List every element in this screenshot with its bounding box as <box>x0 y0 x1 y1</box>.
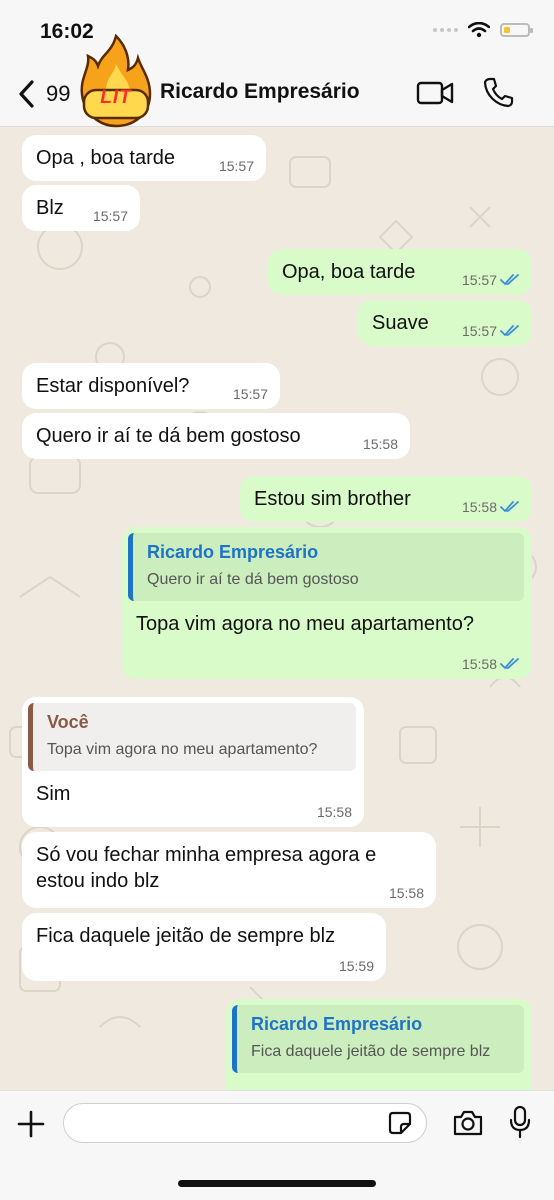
camera-icon[interactable] <box>452 1109 484 1137</box>
message-time: 15:57 <box>232 385 268 402</box>
quoted-message[interactable]: Ricardo Empresário Fica daquele jeitão d… <box>232 1005 524 1074</box>
message-time: 15:57 <box>218 157 254 174</box>
message-outgoing[interactable]: Suave 15:57 <box>358 300 532 346</box>
message-time: 15:58 <box>316 803 352 820</box>
message-text: Quero ir aí te dá bem gostoso <box>36 425 301 447</box>
message-incoming[interactable]: Opa , boa tarde 15:57 <box>22 135 266 181</box>
contact-name[interactable]: Ricardo Empresário <box>160 80 360 104</box>
message-text: Sim <box>36 783 71 806</box>
message-time: 15:57 <box>461 322 497 339</box>
message-incoming[interactable]: Estar disponível? 15:57 <box>22 363 280 409</box>
message-text: Topa vim agora no meu apartamento? <box>136 613 474 636</box>
chevron-left-icon[interactable] <box>14 78 42 110</box>
chat-area[interactable]: Opa , boa tarde 15:57 Blz 15:57 Opa, boa… <box>0 127 554 1090</box>
message-time: 15:58 <box>388 884 424 901</box>
home-indicator[interactable] <box>178 1180 376 1187</box>
message-text: Estou sim brother <box>254 488 411 510</box>
phone-icon[interactable] <box>482 76 514 108</box>
double-check-icon <box>500 501 519 513</box>
message-text: Fica daquele jeitão de sempre blz <box>36 925 336 947</box>
message-outgoing-reply[interactable]: Ricardo Empresário Quero ir aí te dá bem… <box>122 527 532 679</box>
double-check-icon <box>500 658 519 670</box>
message-outgoing[interactable]: Opa, boa tarde 15:57 <box>268 249 532 295</box>
message-incoming[interactable]: Blz 15:57 <box>22 185 140 231</box>
message-text-line: estou indo blz <box>36 870 160 892</box>
message-text: Suave <box>372 312 429 334</box>
quoted-text: Topa vim agora no meu apartamento? <box>47 741 318 759</box>
double-check-icon <box>500 325 519 337</box>
message-incoming[interactable]: Só vou fechar minha empresa agora e esto… <box>22 832 436 908</box>
message-outgoing[interactable]: Estou sim brother 15:58 <box>240 476 532 522</box>
status-icons <box>433 22 533 38</box>
wifi-icon <box>468 22 490 38</box>
message-text: Blz <box>36 197 64 219</box>
double-check-icon <box>500 274 519 286</box>
message-incoming[interactable]: Quero ir aí te dá bem gostoso 15:58 <box>22 413 410 459</box>
battery-icon <box>500 23 533 37</box>
message-text: Estar disponível? <box>36 375 190 397</box>
message-time: 15:58 <box>362 435 398 452</box>
video-camera-icon[interactable] <box>416 78 454 108</box>
quoted-message[interactable]: Você Topa vim agora no meu apartamento? <box>28 703 356 772</box>
quoted-sender: Ricardo Empresário <box>147 542 319 562</box>
quoted-sender: Você <box>47 712 89 732</box>
message-time: 15:57 <box>92 207 128 224</box>
message-incoming[interactable]: Fica daquele jeitão de sempre blz 15:59 <box>22 913 386 981</box>
quoted-sender: Ricardo Empresário <box>251 1014 423 1034</box>
quoted-message[interactable]: Ricardo Empresário Quero ir aí te dá bem… <box>128 533 524 602</box>
microphone-icon[interactable] <box>508 1105 532 1139</box>
cellular-signal-icon <box>433 28 458 32</box>
message-input[interactable] <box>63 1103 427 1143</box>
quoted-text: Quero ir aí te dá bem gostoso <box>147 571 359 589</box>
quoted-text: Fica daquele jeitão de sempre blz <box>251 1043 491 1061</box>
message-incoming-reply[interactable]: Você Topa vim agora no meu apartamento? … <box>22 697 364 827</box>
unread-count[interactable]: 99 <box>46 81 70 107</box>
message-text: Opa, boa tarde <box>282 261 416 283</box>
sticker-icon[interactable] <box>388 1111 412 1135</box>
message-text-line: Só vou fechar minha empresa agora e <box>36 844 377 866</box>
message-time: 15:59 <box>338 957 374 974</box>
avatar[interactable] <box>76 34 156 128</box>
message-time: 15:57 <box>461 271 497 288</box>
message-outgoing-reply[interactable]: Ricardo Empresário Fica daquele jeitão d… <box>226 999 532 1090</box>
message-text: Opa , boa tarde <box>36 147 175 169</box>
chat-header: 99 LIT Ricardo Empresário <box>0 34 554 128</box>
avatar-label: LIT <box>100 87 132 108</box>
message-time: 15:58 <box>461 655 497 672</box>
plus-icon[interactable] <box>16 1109 46 1139</box>
message-time: 15:58 <box>461 498 497 515</box>
